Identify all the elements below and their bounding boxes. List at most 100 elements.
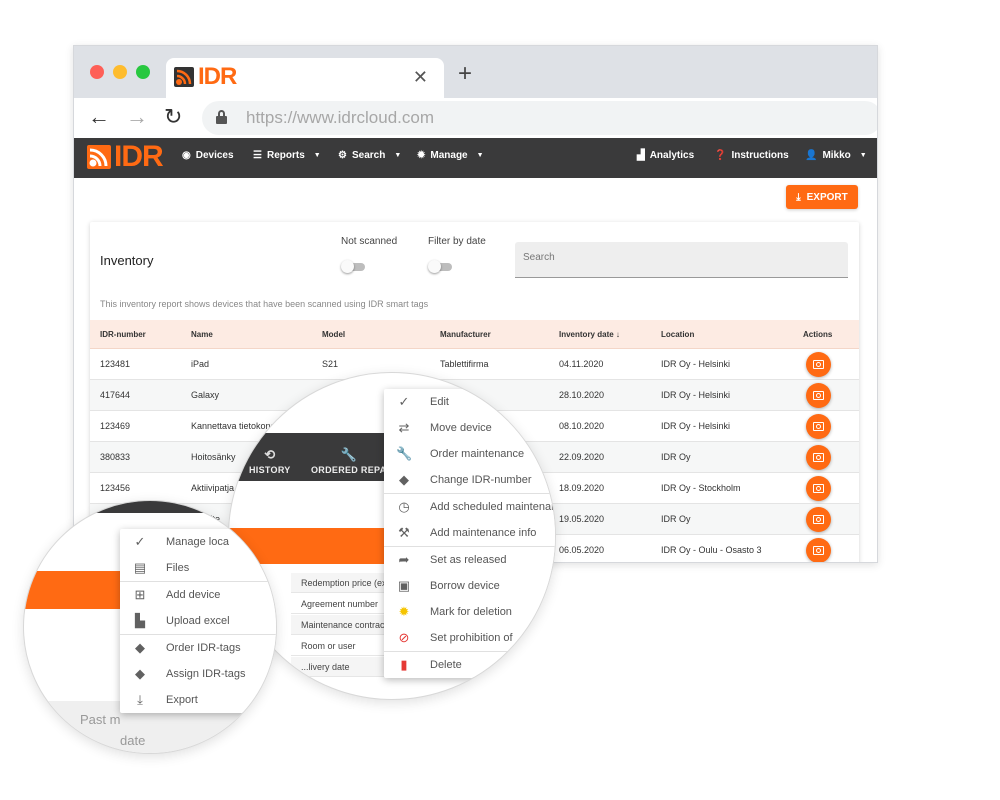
tags-icon: ◆ [135, 666, 145, 681]
nav-manage[interactable]: ✹ Manage ▼ [417, 150, 484, 161]
nav-devices[interactable]: ◉ Devices [182, 150, 234, 161]
plus-icon[interactable]: + [458, 60, 472, 88]
search-field[interactable] [515, 242, 848, 278]
menu-item-set-prohibition-of[interactable]: ⊘ Set prohibition of [384, 625, 555, 651]
menu-item-upload-excel[interactable]: ▙ Upload excel [120, 608, 276, 634]
column-header-model[interactable]: Model [322, 330, 345, 339]
window-maximize-button[interactable] [136, 65, 150, 79]
menu-item-borrow-device[interactable]: ▣ Borrow device [384, 573, 555, 599]
column-header-name[interactable]: Name [191, 330, 213, 339]
cell-idr: 123456 [100, 483, 131, 493]
nav-analytics[interactable]: ▟ Analytics [637, 150, 694, 161]
tab-ordered-repairs[interactable]: 🔧 ORDERED REPA [311, 447, 386, 475]
menu-item-assign-idr-tags[interactable]: ◆ Assign IDR-tags [120, 661, 276, 687]
tab-history[interactable]: ⟲ HISTORY [249, 447, 291, 475]
menu-item-export[interactable]: ⤓ Export [120, 687, 276, 713]
warning-badge-icon: ✹ [398, 604, 410, 619]
menu-item-order-idr-tags[interactable]: ◆ Order IDR-tags [120, 635, 276, 661]
menu-item-edit[interactable]: ✓ Edit [384, 389, 555, 415]
reload-icon[interactable]: ↻ [164, 104, 182, 130]
cell-location: IDR Oy - Helsinki [661, 421, 731, 431]
view-device-button[interactable] [806, 476, 831, 501]
window-minimize-button[interactable] [113, 65, 127, 79]
nav-reports[interactable]: ☰ Reports ▼ [253, 150, 321, 161]
view-device-button[interactable] [806, 414, 831, 439]
nav-instructions-label: Instructions [731, 150, 789, 161]
menu-item-files[interactable]: ▤ Files [120, 555, 276, 581]
menu-item-label: Assign IDR-tags [166, 668, 246, 680]
not-scanned-toggle[interactable] [341, 260, 365, 273]
address-bar: ← → ↻ https://www.idrcloud.com [74, 98, 877, 138]
caret-down-icon: ▼ [313, 152, 321, 159]
view-search-icon [813, 422, 824, 431]
view-device-button[interactable] [806, 383, 831, 408]
cell-location: IDR Oy [661, 514, 691, 524]
view-search-icon [813, 484, 824, 493]
menu-item-order-maintenance[interactable]: 🔧 Order maintenance [384, 441, 555, 467]
table-edge-dark [24, 501, 276, 513]
close-icon[interactable]: ✕ [413, 67, 428, 88]
menu-item-change-idr-number[interactable]: ◆ Change IDR-number [384, 467, 555, 493]
menu-item-manage-loca[interactable]: ✓ Manage loca [120, 529, 276, 555]
trash-icon: ▮ [400, 657, 408, 672]
view-device-button[interactable] [806, 507, 831, 532]
wrench-icon: 🔧 [340, 447, 357, 462]
view-device-button[interactable] [806, 538, 831, 562]
arrow-right-icon[interactable]: → [126, 104, 148, 130]
eye-icon: ◉ [182, 150, 191, 161]
toggle-label-not-scanned: Not scanned [341, 236, 398, 247]
menu-item-move-device[interactable]: ⇄ Move device [384, 415, 555, 441]
idr-logo-icon[interactable] [87, 145, 111, 169]
url-input[interactable]: https://www.idrcloud.com [202, 101, 877, 135]
caret-down-icon: ▼ [476, 152, 484, 159]
browser-tab[interactable]: IDR ✕ [166, 58, 444, 98]
app-logo-text[interactable]: IDR [114, 140, 164, 174]
nav-reports-label: Reports [266, 150, 305, 161]
nav-user-menu[interactable]: 👤 Mikko ▼ [805, 150, 867, 161]
bar-chart-icon: ▟ [637, 150, 645, 161]
menu-item-add-device[interactable]: ⊞ Add device [120, 582, 276, 608]
menu-item-add-scheduled-maintenance[interactable]: ◷ Add scheduled maintenance [384, 494, 556, 520]
cell-location: IDR Oy - Oulu - Osasto 3 [661, 545, 762, 555]
magnifier-manage-menu: Past m date ✓ Manage loca ▤ Files ⊞ Add devic… [23, 500, 277, 754]
nav-search-label: Search [351, 150, 386, 161]
nav-search[interactable]: ⚙ Search ▼ [338, 150, 401, 161]
help-icon: ❓ [714, 150, 727, 161]
column-header-inventory-date[interactable]: Inventory date ↓ [559, 330, 620, 339]
page-title: Inventory [100, 253, 154, 268]
nav-user-label: Mikko [822, 150, 851, 161]
menu-item-mark-for-deletion[interactable]: ✹ Mark for deletion [384, 599, 555, 625]
menu-item-set-as-released[interactable]: ➦ Set as released [384, 547, 555, 573]
cell-date: 06.05.2020 [559, 545, 605, 555]
cell-model: S21 [322, 359, 339, 369]
window-close-button[interactable] [90, 65, 104, 79]
nav-instructions[interactable]: ❓ Instructions [714, 150, 789, 161]
history-icon: ⟲ [264, 447, 276, 462]
filter-by-date-toggle[interactable] [428, 260, 452, 273]
column-header-location: Location [661, 330, 695, 339]
menu-item-add-maintenance-info[interactable]: ⚒ Add maintenance info [384, 520, 555, 546]
add-box-icon: ⊞ [134, 587, 146, 602]
arrow-left-icon[interactable]: ← [88, 104, 110, 130]
cell-date: 28.10.2020 [559, 390, 605, 400]
column-header-manufacturer[interactable]: Manufacturer [440, 330, 491, 339]
view-device-button[interactable] [806, 445, 831, 470]
export-button[interactable]: ⤓ EXPORT [786, 185, 858, 209]
nav-manage-label: Manage [430, 150, 468, 161]
search-input[interactable] [523, 252, 823, 263]
caret-down-icon: ▼ [394, 152, 402, 159]
swap-icon: ⇄ [398, 420, 410, 435]
view-device-button[interactable] [806, 352, 831, 377]
column-header-idr-number[interactable]: IDR-number [100, 330, 146, 339]
menu-item-label: Delete [430, 659, 462, 671]
share-arrow-icon: ➦ [398, 552, 410, 567]
menu-item-label: Add maintenance info [430, 527, 537, 539]
tools-icon: ⚒ [398, 525, 410, 540]
cell-date: 19.05.2020 [559, 514, 605, 524]
tags-icon: ◆ [399, 472, 409, 487]
user-icon: 👤 [805, 150, 818, 161]
cell-manufacturer: Tablettifirma [440, 359, 489, 369]
menu-item-label: Add scheduled maintenance [430, 501, 556, 513]
magnifier-device-menu: ⟲ HISTORY 🔧 ORDERED REPA Redemption pric… [228, 372, 556, 700]
menu-item-delete[interactable]: ▮ Delete [384, 652, 555, 678]
